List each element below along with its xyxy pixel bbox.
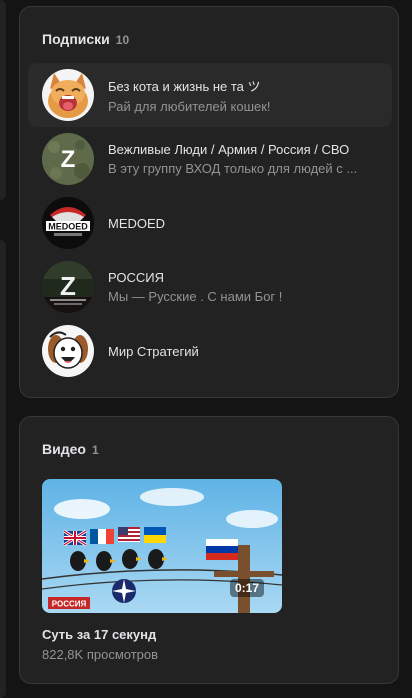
videos-count: 1 (91, 443, 99, 457)
subscription-name[interactable]: Вежливые Люди / Армия / Россия / СВО (108, 142, 384, 157)
subscription-item[interactable]: MEDOED MEDOED (28, 191, 392, 255)
videos-title: Видео (42, 441, 86, 457)
z-flag-avatar-icon[interactable]: Z (42, 261, 94, 313)
subscription-name[interactable]: MEDOED (108, 216, 384, 231)
video-duration: 0:17 (229, 579, 264, 597)
svg-text:MEDOED: MEDOED (48, 222, 88, 232)
subscriptions-title: Подписки (42, 31, 110, 47)
subscription-name[interactable]: Мир Стратегий (108, 344, 384, 359)
cartoon-dog-avatar-icon[interactable] (42, 325, 94, 377)
birds-flags-thumbnail[interactable]: РОССИЯ 0:17 (42, 479, 282, 613)
subscription-description: Рай для любителей кошек! (108, 99, 271, 114)
medoed-avatar-icon[interactable]: MEDOED (42, 197, 94, 249)
subscription-item[interactable]: Без кота и жизнь не та ツ Рай для любител… (28, 63, 392, 127)
svg-text:РОССИЯ: РОССИЯ (52, 600, 87, 609)
subscription-name[interactable]: РОССИЯ (108, 270, 384, 285)
page: Подписки 10 Без кота и жизнь не та ツ Рай… (0, 0, 412, 698)
svg-text:Z: Z (61, 146, 76, 173)
subscription-item[interactable]: Z Вежливые Люди / Армия / Россия / СВО В… (28, 127, 392, 191)
video-views: 822,8K просмотров (42, 647, 159, 662)
subscriptions-count: 10 (115, 33, 130, 47)
z-avatar-icon[interactable]: Z (42, 133, 94, 185)
subscription-item[interactable]: Мир Стратегий (28, 319, 392, 383)
subscription-description: В эту группу ВХОД только для людей с ... (108, 161, 358, 176)
left-panel-edge (0, 240, 6, 698)
subscription-description: Мы — Русские . С нами Бог ! (108, 289, 283, 304)
left-panel-edge (0, 0, 6, 200)
subscription-item[interactable]: Z РОССИЯ Мы — Русские . С нами Бог ! (28, 255, 392, 319)
video-title[interactable]: Суть за 17 секунд (42, 627, 156, 642)
svg-text:Z: Z (60, 271, 76, 301)
videos-header[interactable]: Видео 1 (42, 441, 99, 457)
subscriptions-card: Подписки 10 Без кота и жизнь не та ツ Рай… (19, 6, 399, 398)
subscriptions-list: Без кота и жизнь не та ツ Рай для любител… (28, 63, 392, 383)
cat-avatar-icon[interactable] (42, 69, 94, 121)
subscription-name[interactable]: Без кота и жизнь не та ツ (108, 76, 384, 95)
videos-card: Видео 1 РОССИЯ 0:17 Суть за 17 секунд 82… (19, 416, 399, 684)
subscriptions-header[interactable]: Подписки 10 (42, 31, 129, 47)
